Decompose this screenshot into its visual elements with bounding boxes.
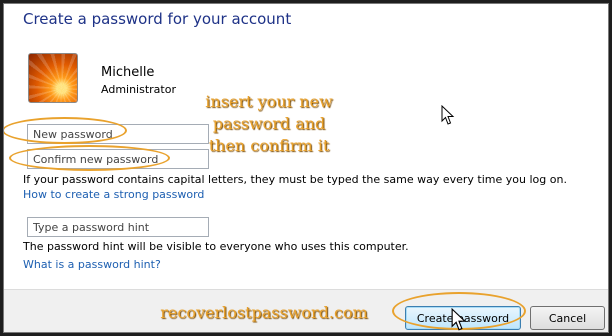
- cancel-button[interactable]: Cancel: [530, 306, 605, 330]
- annotation-line-2: password and: [212, 114, 326, 133]
- instruction-annotation: insert your new password and then confir…: [184, 91, 354, 157]
- dialog-window: Create a password for your account Miche…: [3, 3, 609, 333]
- password-hint-field[interactable]: [27, 217, 209, 237]
- watermark-text: recoverlostpassword.com: [160, 303, 368, 322]
- user-avatar: [28, 53, 78, 103]
- user-name: Michelle: [101, 65, 155, 80]
- user-role: Administrator: [101, 83, 176, 96]
- mouse-cursor-icon: [451, 308, 467, 331]
- strong-password-link[interactable]: How to create a strong password: [23, 188, 204, 201]
- what-is-hint-link[interactable]: What is a password hint?: [23, 258, 161, 271]
- mouse-cursor-icon: [441, 105, 455, 125]
- page-title: Create a password for your account: [23, 10, 292, 28]
- highlight-ring-new-password: [4, 117, 127, 144]
- hint-visible-note: The password hint will be visible to eve…: [23, 240, 409, 253]
- highlight-ring-confirm-password: [9, 145, 170, 171]
- annotation-line-3: then confirm it: [208, 136, 330, 155]
- capital-letters-note: If your password contains capital letter…: [23, 173, 567, 186]
- annotation-line-1: insert your new: [205, 92, 333, 111]
